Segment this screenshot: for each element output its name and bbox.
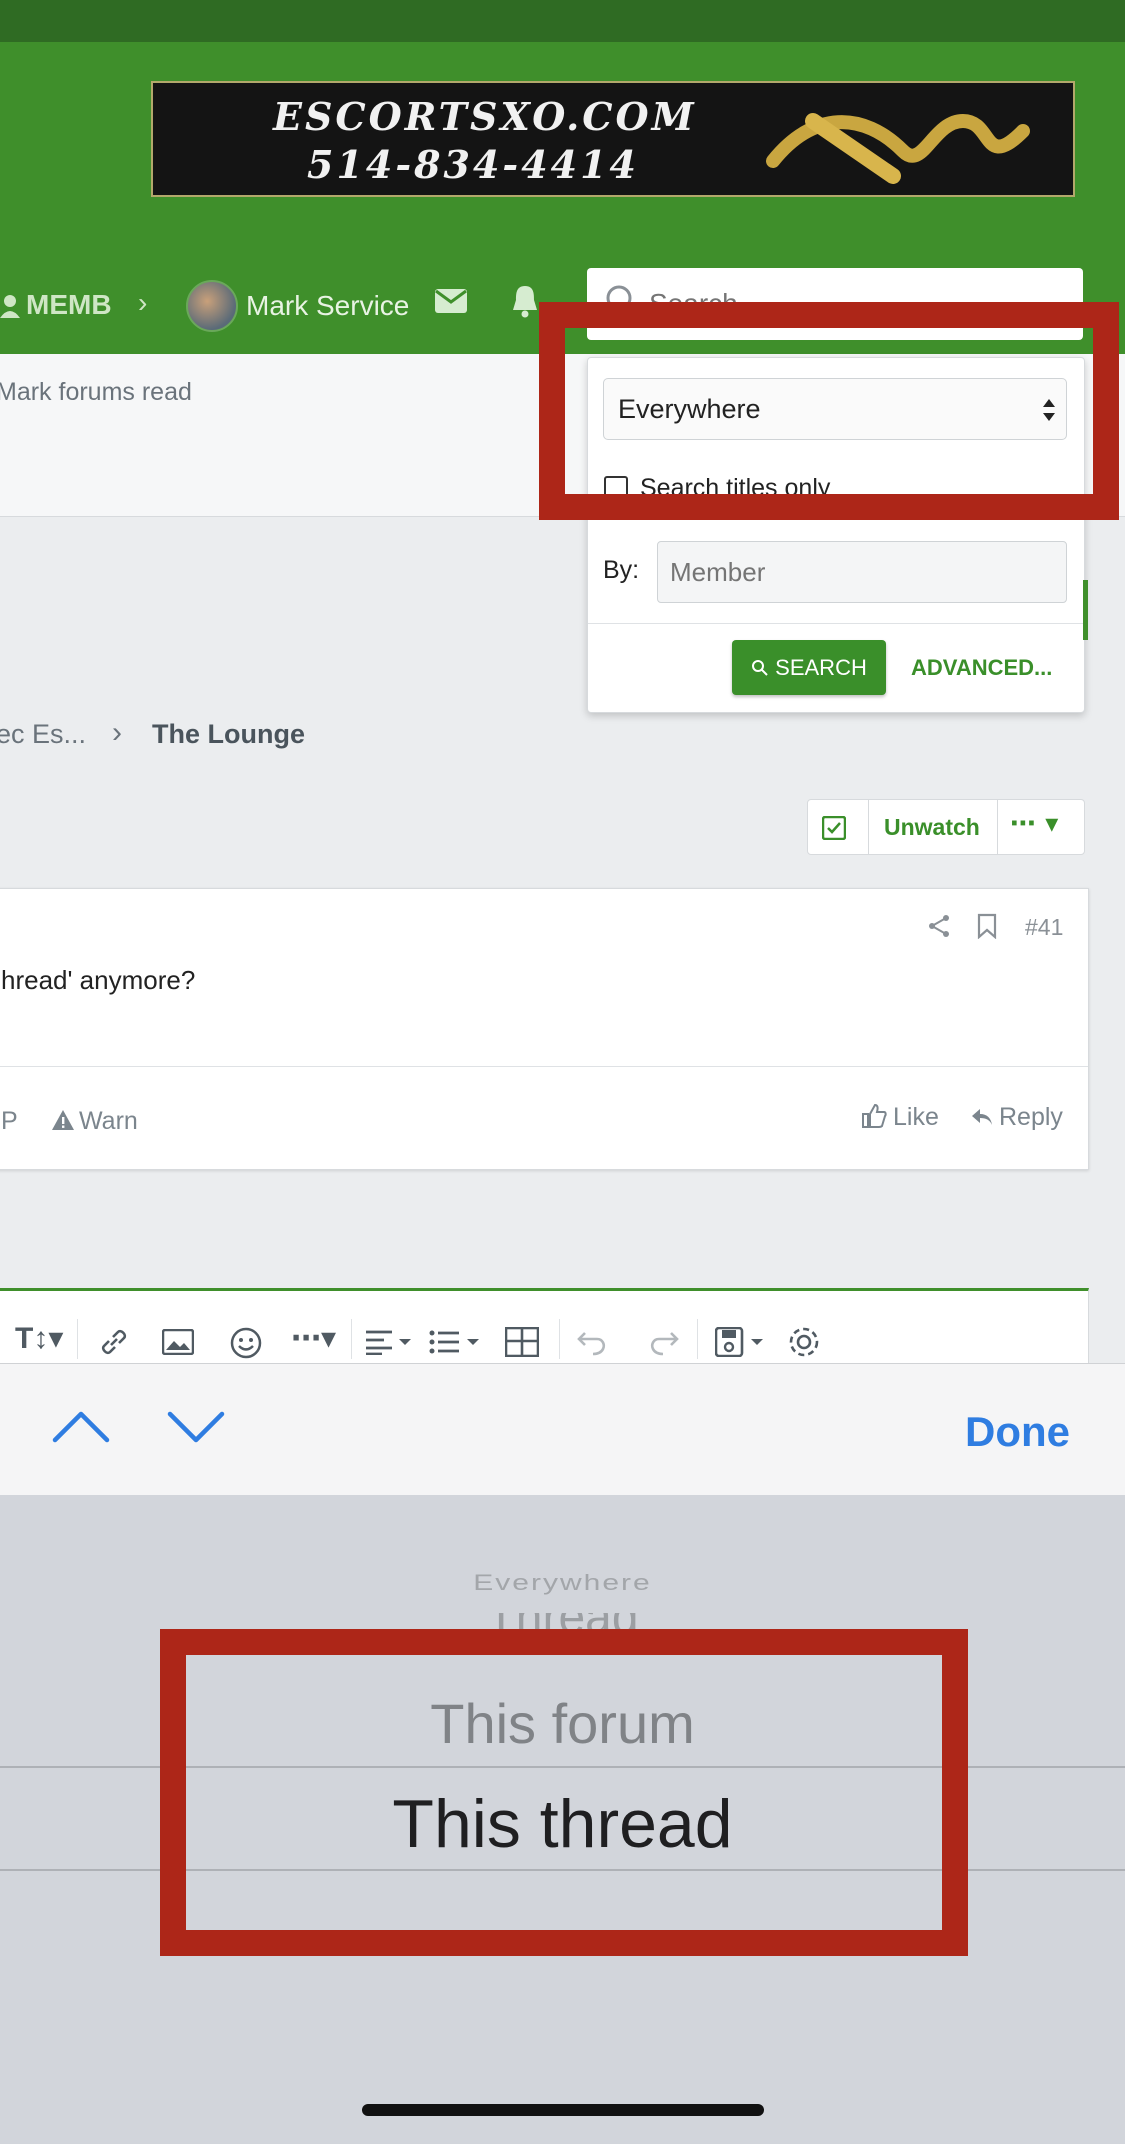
advanced-search-link[interactable]: ADVANCED...	[911, 655, 1052, 681]
undo-icon[interactable]	[577, 1327, 609, 1357]
status-strip	[0, 0, 1125, 42]
warn-icon	[52, 1110, 74, 1130]
search-submit-button[interactable]: SEARCH	[732, 640, 886, 695]
banner-ad[interactable]: ESCORTSXO.COM 514-834-4414	[151, 81, 1075, 197]
avatar	[186, 280, 238, 332]
alerts-bell-icon[interactable]	[510, 284, 540, 318]
member-input[interactable]	[657, 541, 1067, 603]
highlight-box-picker	[160, 1629, 968, 1956]
breadcrumb-current: The Lounge	[152, 719, 305, 749]
banner-title: ESCORTSXO.COM	[273, 94, 697, 139]
divider	[588, 623, 1084, 624]
list-icon[interactable]	[429, 1329, 483, 1355]
breadcrumb-chevron-icon: ›	[112, 716, 122, 749]
more-tools-icon[interactable]: ⋯▾	[291, 1321, 336, 1356]
settings-gear-icon[interactable]	[787, 1325, 821, 1359]
banner-phone: 514-834-4414	[307, 142, 639, 187]
align-icon[interactable]	[365, 1329, 413, 1355]
nav-members[interactable]: MEMB	[0, 285, 112, 325]
image-icon[interactable]	[162, 1329, 194, 1355]
table-icon[interactable]	[505, 1327, 539, 1357]
post-card: #41 hread' anymore? P Warn Like Reply	[0, 888, 1089, 1170]
divider	[351, 1319, 352, 1359]
text-size-icon[interactable]: T↕▾	[15, 1321, 63, 1356]
post-body: hread' anymore?	[1, 965, 196, 995]
nav-members-label: MEMB	[26, 289, 112, 320]
search-submit-label: SEARCH	[775, 654, 867, 680]
nav-user-name: Mark Service	[246, 290, 410, 321]
ip-link[interactable]: P	[1, 1107, 18, 1136]
divider	[697, 1319, 698, 1359]
share-icon[interactable]	[927, 913, 951, 939]
divider	[868, 800, 869, 854]
reply-button[interactable]: Reply	[999, 1103, 1063, 1132]
redo-icon[interactable]	[647, 1327, 679, 1357]
highlight-box-search-scope	[539, 302, 1119, 520]
reply-icon	[972, 1109, 992, 1125]
picker-option[interactable]: Everywhere	[0, 1570, 1125, 1596]
drafts-icon[interactable]	[715, 1327, 767, 1357]
like-button[interactable]: Like	[893, 1103, 939, 1132]
emoji-icon[interactable]	[230, 1327, 262, 1359]
watch-checkbox-icon[interactable]	[822, 816, 846, 840]
like-icon	[862, 1103, 887, 1128]
search-icon	[752, 659, 768, 676]
next-field-chevron-down-icon[interactable]	[167, 1410, 225, 1444]
member-icon	[0, 295, 20, 318]
button-edge	[1083, 580, 1088, 640]
divider	[77, 1319, 78, 1359]
bookmark-icon[interactable]	[977, 913, 997, 939]
done-button[interactable]: Done	[965, 1408, 1070, 1456]
unwatch-button[interactable]: Unwatch	[884, 814, 980, 841]
previous-field-chevron-up-icon[interactable]	[52, 1410, 110, 1444]
warn-link[interactable]: Warn	[79, 1107, 138, 1136]
divider	[0, 1066, 1088, 1067]
divider	[997, 800, 998, 854]
banner-logo-icon	[766, 113, 1030, 184]
inbox-icon[interactable]	[434, 288, 468, 314]
nav-user[interactable]: Mark Service	[186, 280, 409, 332]
nav-chevron-icon: ›	[138, 287, 148, 318]
home-indicator	[362, 2104, 764, 2116]
by-label: By:	[603, 556, 640, 584]
breadcrumb-parent[interactable]: ec Es...	[0, 719, 86, 750]
keyboard-accessory-bar: Done	[0, 1363, 1125, 1496]
thread-actions: Unwatch ⋯ ▾	[807, 799, 1085, 855]
more-options-icon[interactable]: ⋯ ▾	[1010, 808, 1059, 839]
post-number[interactable]: #41	[1025, 914, 1063, 941]
link-icon[interactable]	[97, 1325, 131, 1359]
divider	[559, 1319, 560, 1359]
mark-forums-read-link[interactable]: Mark forums read	[0, 378, 192, 407]
